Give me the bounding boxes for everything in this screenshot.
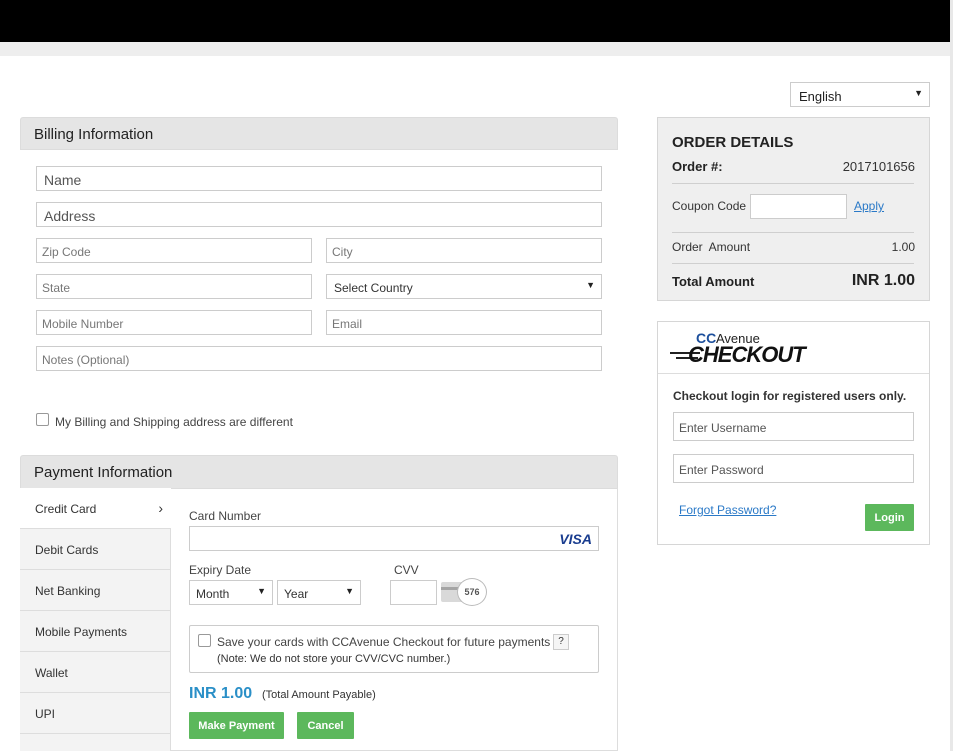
total-amount-label: Total Amount	[672, 274, 755, 289]
tab-label: Debit Cards	[35, 543, 99, 557]
top-bar	[0, 0, 953, 42]
billing-header: Billing Information	[20, 117, 618, 150]
country-select[interactable]: Select Country ▼	[326, 274, 602, 299]
caret-down-icon: ▼	[586, 280, 595, 290]
email-input[interactable]: Email	[326, 310, 602, 335]
tab-label: UPI	[35, 707, 56, 721]
help-icon[interactable]: ?	[553, 634, 569, 650]
order-number-value: 2017101656	[842, 159, 915, 174]
payable-amount-note: (Total Amount Payable)	[262, 689, 376, 701]
tab-upi[interactable]: UPI	[20, 693, 171, 734]
save-cards-box	[189, 625, 599, 673]
tab-credit-card[interactable]: Credit Card ›	[20, 488, 171, 529]
password-input[interactable]: Enter Password	[673, 454, 914, 483]
username-placeholder: Enter Username	[679, 421, 767, 435]
caret-down-icon: ▼	[914, 88, 923, 98]
apply-coupon-link[interactable]: Apply	[854, 199, 884, 213]
card-number-label: Card Number	[189, 509, 262, 523]
expiry-month-select[interactable]: Month ▼	[189, 580, 273, 605]
tab-label: Net Banking	[35, 584, 101, 598]
save-cards-label: Save your cards with CCAvenue Checkout f…	[217, 635, 551, 649]
tab-mobile-payments[interactable]: Mobile Payments	[20, 611, 171, 652]
divider	[672, 183, 914, 184]
tab-debit-cards[interactable]: Debit Cards	[20, 529, 171, 570]
address-placeholder: Address	[44, 208, 96, 224]
tab-net-banking[interactable]: Net Banking	[20, 570, 171, 611]
expiry-label: Expiry Date	[189, 563, 252, 577]
language-select-value: English	[799, 89, 842, 104]
order-amount-value: 1.00	[891, 240, 915, 254]
tab-label: Wallet	[35, 666, 68, 680]
email-placeholder: Email	[332, 317, 363, 331]
tab-label: Credit Card	[35, 502, 97, 516]
checkout-login-panel: CC Avenue CHECKOUT Checkout login for re…	[657, 321, 930, 545]
cvv-sample-badge: 576	[457, 578, 487, 606]
forgot-password-link[interactable]: Forgot Password?	[679, 503, 776, 517]
password-placeholder: Enter Password	[679, 463, 764, 477]
divider	[658, 373, 929, 374]
total-amount-value: INR 1.00	[851, 272, 915, 289]
login-button[interactable]: Login	[865, 504, 914, 531]
save-cards-checkbox[interactable]	[198, 634, 211, 647]
visa-logo-icon: VISA	[559, 531, 592, 547]
cvv-input[interactable]	[390, 580, 437, 605]
zip-placeholder: Zip Code	[42, 245, 91, 259]
language-select[interactable]: English ▼	[790, 82, 930, 107]
caret-down-icon: ▼	[345, 586, 354, 596]
order-details-title: ORDER DETAILS	[672, 134, 794, 151]
order-number-label: Order #:	[672, 159, 723, 174]
username-input[interactable]: Enter Username	[673, 412, 914, 441]
state-placeholder: State	[42, 281, 71, 295]
logo-checkout: CHECKOUT	[688, 342, 806, 367]
expiry-year-select[interactable]: Year ▼	[277, 580, 361, 605]
cancel-button[interactable]: Cancel	[297, 712, 354, 739]
tab-more[interactable]	[20, 734, 171, 751]
divider	[672, 263, 914, 264]
address-input[interactable]: Address	[36, 202, 602, 227]
city-input[interactable]: City	[326, 238, 602, 263]
month-value: Month	[196, 587, 230, 601]
top-strip	[0, 42, 953, 56]
login-note: Checkout login for registered users only…	[673, 389, 907, 403]
payment-header: Payment Information	[20, 455, 618, 489]
billing-title: Billing Information	[34, 126, 154, 143]
mobile-placeholder: Mobile Number	[42, 317, 124, 331]
city-placeholder: City	[332, 245, 353, 259]
different-address-checkbox[interactable]	[36, 413, 49, 426]
payment-title: Payment Information	[34, 464, 173, 481]
payable-amount: INR 1.00	[189, 685, 253, 702]
mobile-input[interactable]: Mobile Number	[36, 310, 312, 335]
coupon-label: Coupon Code	[672, 199, 747, 213]
chevron-right-icon: ›	[158, 500, 163, 516]
make-payment-button[interactable]: Make Payment	[189, 712, 284, 739]
ccavenue-checkout-logo: CC Avenue CHECKOUT	[668, 330, 828, 368]
state-input[interactable]: State	[36, 274, 312, 299]
different-address-label: My Billing and Shipping address are diff…	[55, 415, 293, 429]
zip-input[interactable]: Zip Code	[36, 238, 312, 263]
save-cards-note: (Note: We do not store your CVV/CVC numb…	[217, 653, 451, 665]
coupon-input[interactable]	[750, 194, 847, 219]
notes-input[interactable]: Notes (Optional)	[36, 346, 602, 371]
cvv-card-icon: 576	[441, 578, 489, 606]
notes-placeholder: Notes (Optional)	[42, 353, 130, 367]
divider	[672, 232, 914, 233]
year-value: Year	[284, 587, 309, 601]
caret-down-icon: ▼	[257, 586, 266, 596]
tab-wallet[interactable]: Wallet	[20, 652, 171, 693]
name-placeholder: Name	[44, 172, 82, 188]
country-select-value: Select Country	[334, 281, 413, 295]
order-amount-label: Order Amount	[672, 240, 751, 254]
tab-label: Mobile Payments	[35, 625, 128, 639]
name-input[interactable]: Name	[36, 166, 602, 191]
order-details-panel: ORDER DETAILS Order #: 2017101656 Coupon…	[657, 117, 930, 301]
cvv-label: CVV	[394, 563, 419, 577]
card-number-input[interactable]: VISA	[189, 526, 599, 551]
